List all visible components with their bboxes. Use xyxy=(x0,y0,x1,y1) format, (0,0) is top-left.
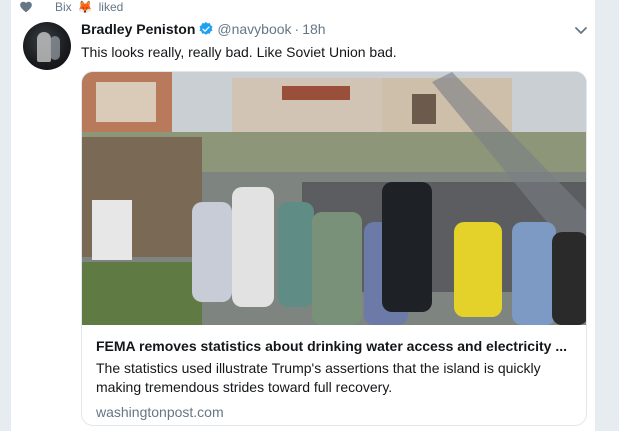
separator-dot: · xyxy=(294,21,300,37)
chevron-down-icon[interactable] xyxy=(573,22,589,38)
liked-action: liked xyxy=(98,0,124,14)
card-body[interactable]: FEMA removes statistics about drinking w… xyxy=(82,325,586,425)
card-title[interactable]: FEMA removes statistics about drinking w… xyxy=(96,337,576,355)
tweet-header: Bradley Peniston @navybook · 18h xyxy=(81,21,326,37)
author-name[interactable]: Bradley Peniston xyxy=(81,21,195,37)
card-photo[interactable] xyxy=(82,72,587,325)
author-handle[interactable]: @navybook xyxy=(217,21,291,37)
card-description: The statistics used illustrate Trump's a… xyxy=(96,360,541,395)
card-domain[interactable]: washingtonpost.com xyxy=(96,404,576,420)
liked-by-name[interactable]: Bix xyxy=(55,0,72,14)
heart-icon xyxy=(20,1,32,13)
tweet-timestamp[interactable]: 18h xyxy=(302,21,325,37)
avatar[interactable] xyxy=(23,22,71,70)
avatar-figure xyxy=(37,32,51,62)
verified-badge-icon xyxy=(199,22,213,35)
tweet[interactable]: Bix 🦊 liked Bradley Peniston @navybook ·… xyxy=(10,0,596,431)
fox-emoji: 🦊 xyxy=(77,0,93,14)
link-card[interactable]: FEMA removes statistics about drinking w… xyxy=(81,71,587,426)
avatar-figure-secondary xyxy=(50,36,60,60)
tweet-text: This looks really, really bad. Like Sovi… xyxy=(81,44,397,60)
social-context: Bix 🦊 liked xyxy=(20,0,124,14)
